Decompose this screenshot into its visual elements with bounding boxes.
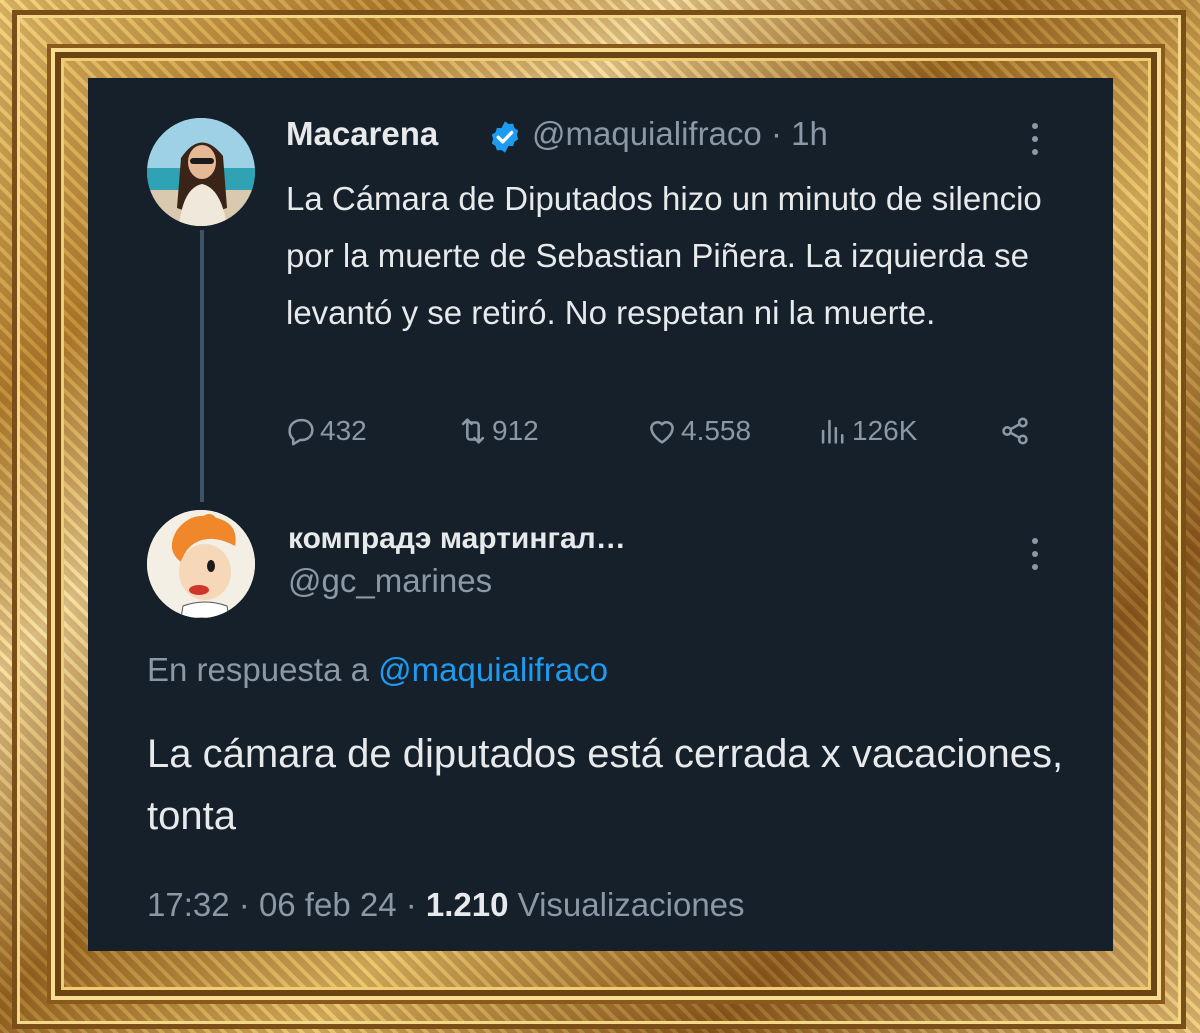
reply-date[interactable]: 06 feb 24 <box>259 886 397 923</box>
retweet-icon <box>461 418 485 444</box>
author-handle[interactable]: @maquialifraco <box>532 115 762 152</box>
share-icon <box>1002 417 1028 445</box>
avatar-gc-marines[interactable] <box>147 510 255 618</box>
like-count: 4.558 <box>681 415 752 446</box>
views-count: 126K <box>852 415 918 446</box>
avatar-macarena[interactable] <box>147 118 255 226</box>
views-button[interactable]: 126K <box>816 413 917 449</box>
tweet-thread-screen: Macarena @maquialifraco · 1h La Cámara d… <box>88 78 1113 951</box>
reply-text: La cámara de diputados está cerrada x va… <box>147 732 1064 838</box>
retweet-button[interactable]: 912 <box>456 413 539 449</box>
reply-views-label: Visualizaciones <box>517 886 745 923</box>
separator-dot: · <box>770 115 782 152</box>
avatar-cartoon-image <box>147 510 255 618</box>
avatar-portrait-image <box>147 118 255 226</box>
replying-prefix: En respuesta a <box>147 651 369 688</box>
reply-author-handle[interactable]: @gc_marines <box>288 562 492 600</box>
replying-to-line: En respuesta a @maquialifraco <box>147 651 608 689</box>
more-options-icon[interactable] <box>1032 123 1038 162</box>
reply-more-options-icon[interactable] <box>1032 538 1038 577</box>
reply-count: 432 <box>320 415 367 446</box>
author-name[interactable]: Macarena <box>286 115 438 153</box>
reply-time[interactable]: 17:32 <box>147 886 230 923</box>
tweet-text: La Cámara de Diputados hizo un minuto de… <box>286 180 1042 331</box>
heart-icon <box>650 421 674 444</box>
retweet-count: 912 <box>492 415 539 446</box>
share-button[interactable] <box>998 413 1034 449</box>
author-handle-and-time: @maquialifraco · 1h <box>532 115 828 153</box>
time-ago[interactable]: 1h <box>791 115 828 152</box>
reply-meta: 17:32 · 06 feb 24 · 1.210 Visualizacione… <box>147 886 745 924</box>
reply-icon <box>288 418 314 446</box>
reply-button[interactable]: 432 <box>284 413 367 449</box>
like-button[interactable]: 4.558 <box>645 413 751 449</box>
verified-badge-icon <box>491 121 519 153</box>
reply-views-count: 1.210 <box>425 886 509 923</box>
reply-author-name[interactable]: компрадэ мартингал… <box>288 522 626 556</box>
meta-sep-1: · <box>238 886 250 923</box>
thread-connector-line <box>200 230 204 502</box>
replying-to-mention[interactable]: @maquialifraco <box>378 651 608 688</box>
views-chart-icon <box>821 419 844 444</box>
meta-sep-2: · <box>405 886 417 923</box>
